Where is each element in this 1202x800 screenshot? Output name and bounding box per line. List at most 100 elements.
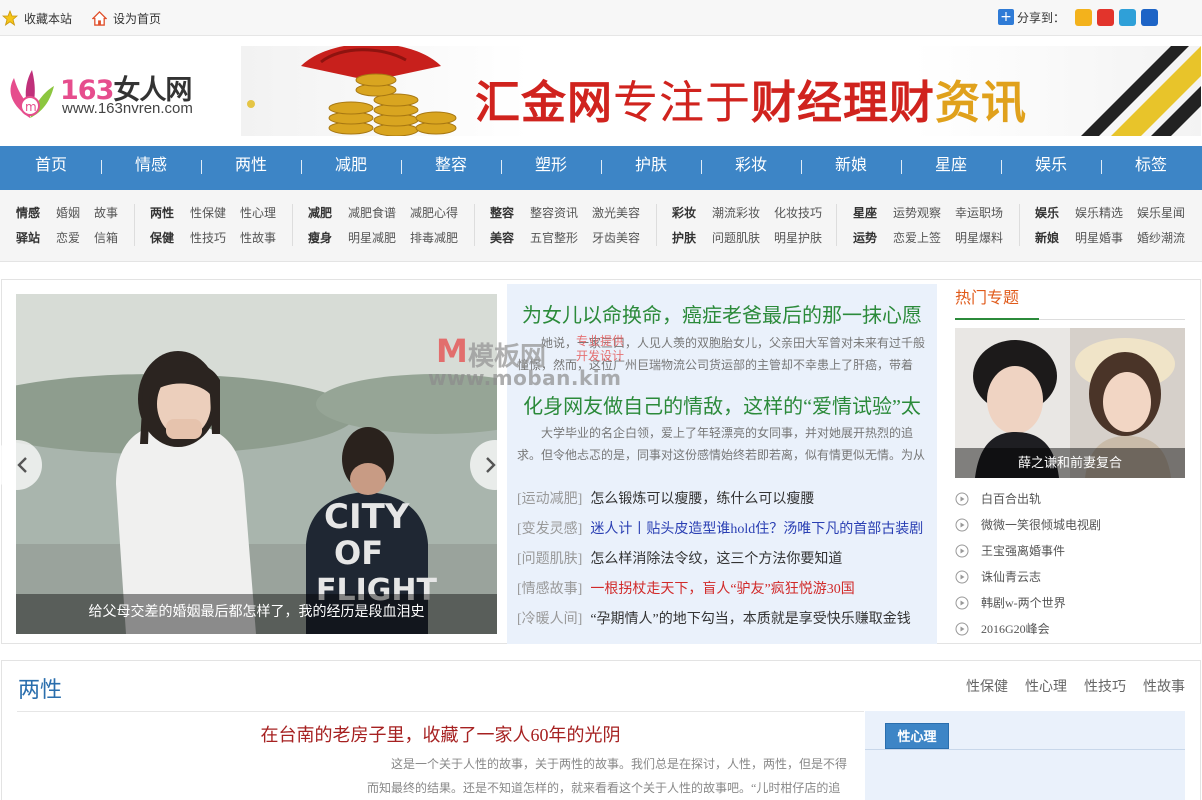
hot-topic-label[interactable]: 2016G20峰会: [981, 619, 1050, 639]
subnav-link[interactable]: 恋爱: [56, 229, 80, 254]
hot-topic-label[interactable]: 白百合出轨: [981, 489, 1041, 509]
subnav-key[interactable]: 新娘: [1035, 229, 1059, 254]
subnav-link[interactable]: 幸运职场: [955, 204, 1003, 229]
nav-item-home[interactable]: 首页: [1, 146, 101, 190]
subnav-link[interactable]: 激光美容: [592, 204, 640, 229]
hot-topic-item[interactable]: 微微一笑很倾城电视剧: [955, 512, 1185, 538]
nav-item-emotion[interactable]: 情感: [101, 146, 201, 190]
news-item[interactable]: [运动减肥] 怎么锻炼可以瘦腰，练什么可以瘦腰: [517, 488, 937, 510]
tab-sex-psychology[interactable]: 性心理: [885, 723, 949, 749]
nav-item-diet[interactable]: 减肥: [301, 146, 401, 190]
news-title[interactable]: 一根拐杖走天下，盲人“驴友”疯狂悦游30国: [590, 578, 854, 600]
subnav-key[interactable]: 两性: [150, 204, 174, 229]
subnav-link[interactable]: 运势观察: [893, 204, 941, 229]
headline-2[interactable]: 化身网友做自己的情敌，这样的“爱情试验”太: [507, 390, 937, 419]
section-link[interactable]: 性技巧: [1084, 676, 1126, 696]
nav-item-entertainment[interactable]: 娱乐: [1001, 146, 1101, 190]
nav-item-horoscope[interactable]: 星座: [901, 146, 1001, 190]
news-tag[interactable]: [情感故事]: [517, 578, 582, 600]
hot-topic-item[interactable]: 韩剧w-两个世界: [955, 590, 1185, 616]
subnav-link[interactable]: 信箱: [94, 229, 118, 254]
news-item[interactable]: [情感故事] 一根拐杖走天下，盲人“驴友”疯狂悦游30国: [517, 578, 937, 600]
hot-topic-image[interactable]: 薛之谦和前妻复合: [955, 328, 1185, 478]
headline-1[interactable]: 为女儿以命换命，癌症老爸最后的那一抹心愿: [507, 299, 937, 328]
set-homepage-link[interactable]: 设为首页: [92, 9, 161, 27]
subnav-link[interactable]: 性保健: [190, 204, 226, 229]
news-item[interactable]: [变发灵感] 迷人计丨贴头皮造型谁hold住？汤唯下凡的首部古装剧: [517, 518, 937, 540]
subnav-link[interactable]: 明星护肤: [774, 229, 822, 254]
subnav-key[interactable]: 瘦身: [308, 229, 332, 254]
subnav-link[interactable]: 恋爱上签: [893, 229, 941, 254]
news-title[interactable]: 迷人计丨贴头皮造型谁hold住？汤唯下凡的首部古装剧: [590, 518, 923, 540]
weibo-share-icon[interactable]: [1097, 8, 1114, 26]
subnav-link[interactable]: 减肥食谱: [348, 204, 396, 229]
subnav-key[interactable]: 星座: [853, 204, 877, 229]
subnav-link[interactable]: 明星爆料: [955, 229, 1003, 254]
hot-topic-label[interactable]: 微微一笑很倾城电视剧: [981, 515, 1101, 535]
ad-banner[interactable]: 汇金网专注于财经理财资讯: [241, 46, 1201, 136]
qzone-share-icon[interactable]: [1075, 8, 1092, 26]
subnav-link[interactable]: 婚纱潮流: [1137, 229, 1185, 254]
nav-item-bride[interactable]: 新娘: [801, 146, 901, 190]
news-tag[interactable]: [运动减肥]: [517, 488, 582, 510]
subnav-link[interactable]: 排毒减肥: [410, 229, 458, 254]
nav-item-tags[interactable]: 标签: [1101, 146, 1201, 190]
subnav-link[interactable]: 问题肌肤: [712, 229, 760, 254]
subnav-link[interactable]: 明星婚事: [1075, 229, 1123, 254]
hot-topic-item[interactable]: 2016G20峰会: [955, 616, 1185, 642]
subnav-link[interactable]: 性心理: [240, 204, 276, 229]
subnav-key[interactable]: 整容: [490, 204, 514, 229]
subnav-link[interactable]: 性技巧: [190, 229, 226, 254]
subnav-key[interactable]: 驿站: [16, 229, 40, 254]
subnav-link[interactable]: 性故事: [240, 229, 276, 254]
subnav-link[interactable]: 娱乐星闻: [1137, 204, 1185, 229]
nav-item-body-shaping[interactable]: 塑形: [501, 146, 601, 190]
image-slider[interactable]: CITY OF FLIGHT 给父母交差的婚姻最后都怎样了，我的经历是段血泪史: [16, 294, 497, 634]
subnav-link[interactable]: 明星减肥: [348, 229, 396, 254]
subnav-link[interactable]: 故事: [94, 204, 118, 229]
subnav-key[interactable]: 运势: [853, 229, 877, 254]
subnav-link[interactable]: 潮流彩妆: [712, 204, 760, 229]
nav-item-skincare[interactable]: 护肤: [601, 146, 701, 190]
news-tag[interactable]: [冷暖人间]: [517, 608, 582, 630]
nav-item-makeup[interactable]: 彩妆: [701, 146, 801, 190]
subnav-link[interactable]: 减肥心得: [410, 204, 458, 229]
news-title[interactable]: 怎么锻炼可以瘦腰，练什么可以瘦腰: [590, 488, 814, 510]
subnav-key[interactable]: 美容: [490, 229, 514, 254]
section-link[interactable]: 性心理: [1025, 676, 1067, 696]
subnav-key[interactable]: 情感: [16, 204, 40, 229]
subnav-link[interactable]: 化妆技巧: [774, 204, 822, 229]
subnav-link[interactable]: 婚姻: [56, 204, 80, 229]
subnav-link[interactable]: 牙齿美容: [592, 229, 640, 254]
section-title[interactable]: 两性: [18, 672, 62, 704]
hot-topic-label[interactable]: 王宝强离婚事件: [981, 541, 1065, 561]
news-item[interactable]: [冷暖人间] “孕期情人”的地下勾当，本质就是享受快乐赚取金钱: [517, 608, 937, 630]
news-title[interactable]: 怎么样消除法令纹，这三个方法你要知道: [590, 548, 842, 570]
subnav-key[interactable]: 护肤: [672, 229, 696, 254]
renren-share-icon[interactable]: [1141, 8, 1158, 26]
hot-topic-item[interactable]: 白百合出轨: [955, 486, 1185, 512]
hot-topic-item[interactable]: 诛仙青云志: [955, 564, 1185, 590]
nav-item-sex[interactable]: 两性: [201, 146, 301, 190]
subnav-link[interactable]: 整容资讯: [530, 204, 578, 229]
favorite-link[interactable]: 收藏本站: [2, 9, 72, 27]
plus-icon[interactable]: +: [997, 9, 1014, 25]
subnav-key[interactable]: 娱乐: [1035, 204, 1059, 229]
news-item[interactable]: [问题肌肤] 怎么样消除法令纹，这三个方法你要知道: [517, 548, 937, 570]
hot-topic-caption[interactable]: 薛之谦和前妻复合: [955, 448, 1185, 478]
hot-topic-label[interactable]: 诛仙青云志: [981, 567, 1041, 587]
news-tag[interactable]: [问题肌肤]: [517, 548, 582, 570]
news-title[interactable]: “孕期情人”的地下勾当，本质就是享受快乐赚取金钱: [590, 608, 910, 630]
subnav-key[interactable]: 彩妆: [672, 204, 696, 229]
hot-topic-label[interactable]: 韩剧w-两个世界: [981, 593, 1066, 613]
section-headline[interactable]: 在台南的老房子里，收藏了一家人60年的光阴: [17, 721, 864, 747]
subnav-key[interactable]: 保健: [150, 229, 174, 254]
nav-item-cosmetic-surgery[interactable]: 整容: [401, 146, 501, 190]
hot-topic-item[interactable]: 王宝强离婚事件: [955, 538, 1185, 564]
subnav-link[interactable]: 五官整形: [530, 229, 578, 254]
news-tag[interactable]: [变发灵感]: [517, 518, 582, 540]
site-logo[interactable]: m 163女人网 www.163nvren.com: [2, 62, 227, 122]
section-link[interactable]: 性故事: [1143, 676, 1185, 696]
section-link[interactable]: 性保健: [966, 676, 1008, 696]
tencent-weibo-share-icon[interactable]: [1119, 8, 1136, 26]
